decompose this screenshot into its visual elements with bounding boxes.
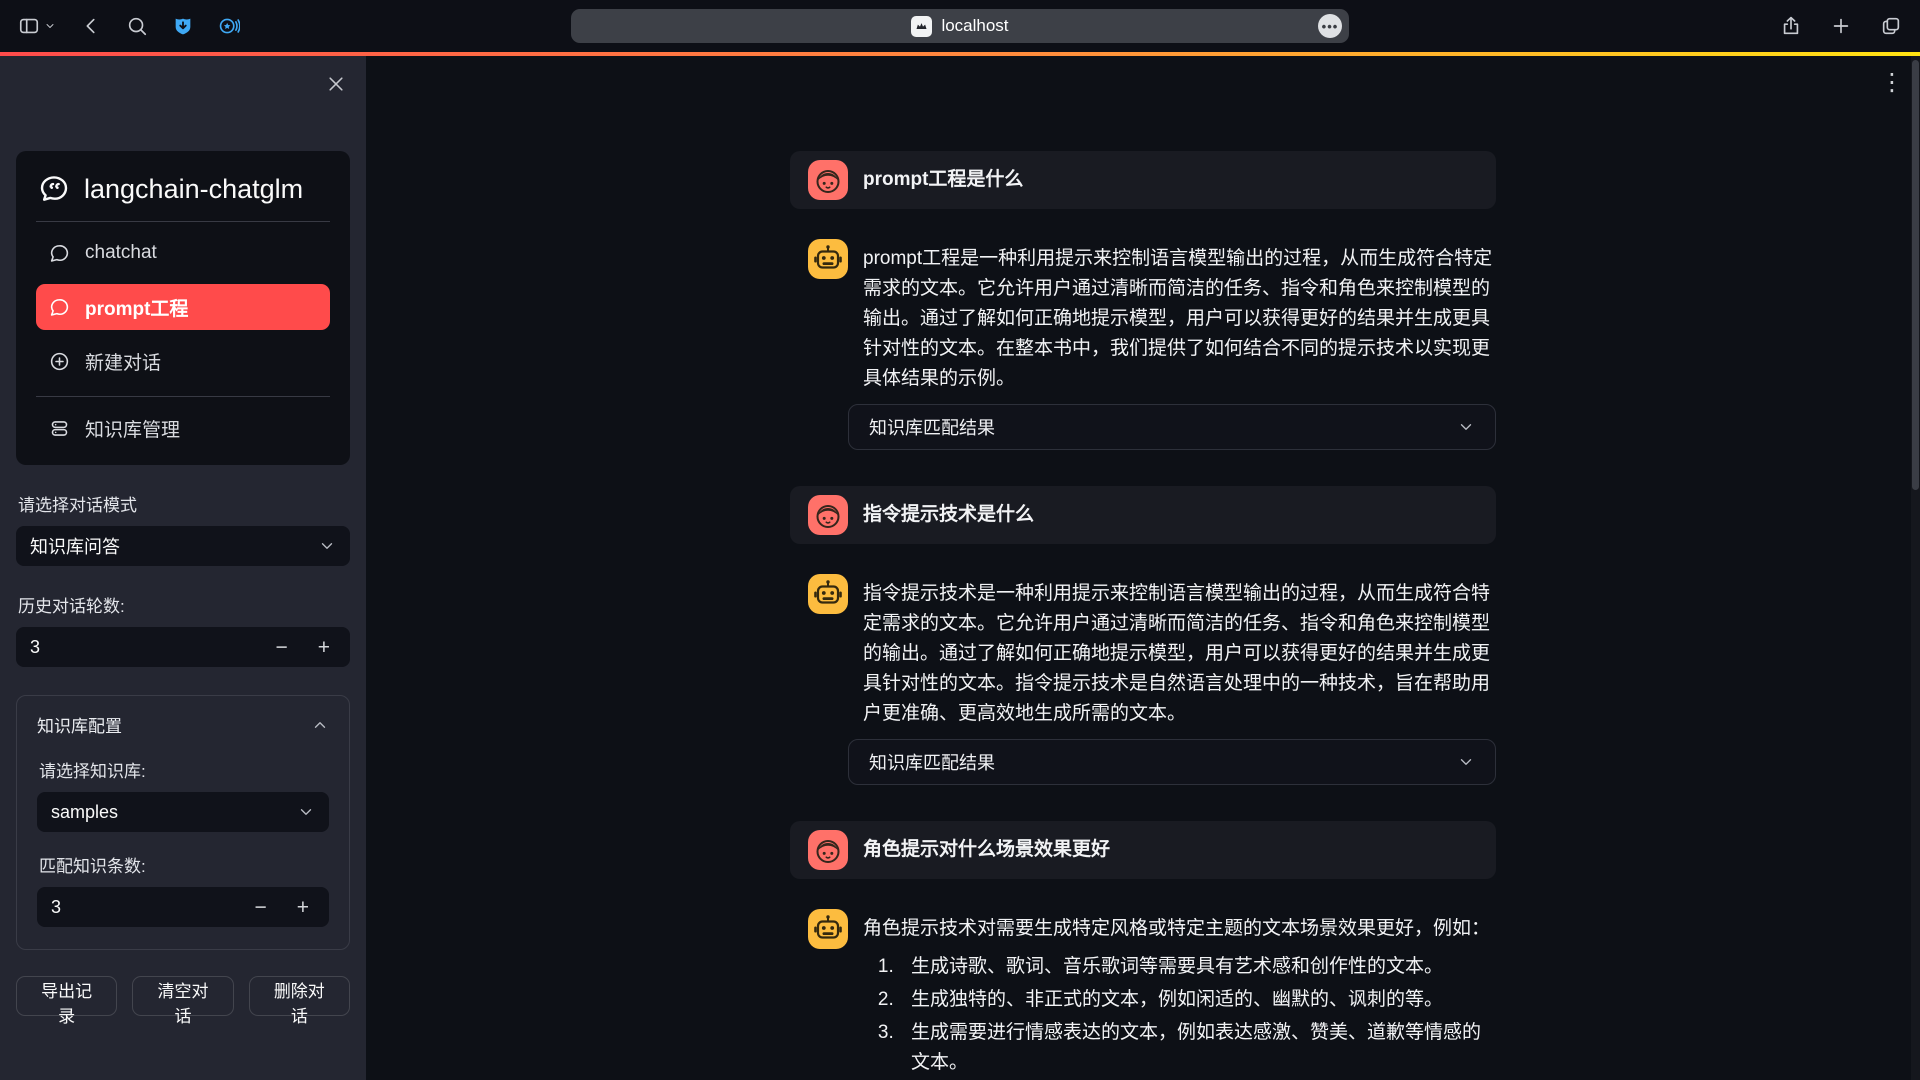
scrollbar[interactable] [1911,56,1920,1080]
sidebar-item-chatchat[interactable]: chatchat [36,230,330,276]
app-title: langchain-chatglm [36,167,330,222]
message-list: 生成诗歌、歌词、音乐歌词等需要具有艺术感和创作性的文本。生成独特的、非正式的文本… [863,952,1496,1078]
list-item: 生成独特的、非正式的文本，例如闲适的、幽默的、讽刺的等。 [899,985,1496,1015]
extension-rings-icon[interactable] [218,15,240,37]
history-rounds-value: 3 [30,637,275,658]
kb-expander-label: 知识库匹配结果 [869,414,995,440]
sidebar-item-label: 新建对话 [85,348,161,375]
chat-messages: prompt工程是什么 prompt工程是一种利用提示来控制语言模型输出的过程，从… [790,151,1496,1078]
nav-card: langchain-chatglm chatchat prompt工程 新建对话… [16,151,350,465]
chat-quotes-icon [38,173,70,205]
chat-message-assistant: prompt工程是一种利用提示来控制语言模型输出的过程，从而生成符合特定需求的文… [790,239,1496,394]
share-icon[interactable] [1780,15,1802,37]
divider [36,396,330,397]
sidebar-item-label: prompt工程 [85,294,188,321]
sidebar-item-label: 知识库管理 [85,415,180,442]
sidebar: langchain-chatglm chatchat prompt工程 新建对话… [0,56,366,1080]
back-button[interactable] [80,15,102,37]
list-item: 生成需要进行情感表达的文本，例如表达感激、赞美、道歉等情感的文本。 [899,1018,1496,1078]
plus-icon[interactable]: + [297,897,309,918]
sidebar-close-icon[interactable] [326,74,346,94]
chat-bubble-icon [49,297,70,318]
chevron-down-icon [44,20,56,32]
chat-message-user: 指令提示技术是什么 [790,486,1496,544]
kb-match-expander[interactable]: 知识库匹配结果 [848,739,1496,785]
sidebar-item-label: chatchat [85,242,157,264]
sidebar-toggle-button[interactable] [18,15,56,37]
chevron-down-icon [1457,418,1475,436]
sidebar-item-prompt-engineering[interactable]: prompt工程 [36,284,330,330]
top-k-label: 匹配知识条数: [39,852,327,877]
tab-overview-icon[interactable] [1880,15,1902,37]
browser-toolbar: localhost ••• [0,0,1920,52]
message-text: 指令提示技术是什么 [863,500,1034,530]
new-tab-icon[interactable] [1830,15,1852,37]
page-settings-button[interactable]: ••• [1318,14,1342,38]
kb-match-expander[interactable]: 知识库匹配结果 [848,404,1496,450]
site-favicon-icon [911,16,932,37]
delete-dialog-button[interactable]: 删除对话 [249,976,350,1016]
kb-config-header[interactable]: 知识库配置 [37,712,329,737]
list-item: 生成诗歌、歌词、音乐歌词等需要具有艺术感和创作性的文本。 [899,952,1496,982]
chat-bubble-icon [49,243,70,264]
database-icon [49,418,70,439]
user-avatar-icon [808,495,848,535]
user-avatar-icon [808,160,848,200]
address-bar[interactable]: localhost ••• [571,9,1349,43]
scrollbar-thumb[interactable] [1912,60,1919,490]
kb-select[interactable]: samples [37,792,329,832]
dialog-mode-select[interactable]: 知识库问答 [16,526,350,566]
chevron-up-icon [311,716,329,734]
message-text: 指令提示技术是一种利用提示来控制语言模型输出的过程，从而生成符合特定需求的文本。… [863,574,1496,729]
clear-dialog-button[interactable]: 清空对话 [132,976,233,1016]
search-icon[interactable] [126,15,148,37]
bot-avatar-icon [808,909,848,949]
bot-avatar-icon [808,239,848,279]
extension-shield-icon[interactable] [172,15,194,37]
kb-expander-label: 知识库匹配结果 [869,749,995,775]
kb-select-value: samples [51,802,297,823]
dialog-mode-label: 请选择对话模式 [18,491,348,516]
minus-icon[interactable]: − [275,637,287,658]
chevron-down-icon [1457,753,1475,771]
message-text: 角色提示对什么场景效果更好 [863,835,1110,865]
plus-icon[interactable]: + [318,637,330,658]
sidebar-item-kb-manage[interactable]: 知识库管理 [36,405,330,451]
minus-icon[interactable]: − [254,897,266,918]
plus-circle-icon [49,351,70,372]
export-records-button[interactable]: 导出记录 [16,976,117,1016]
dialog-mode-value: 知识库问答 [30,533,318,559]
url-text: localhost [941,16,1008,36]
chat-message-assistant: 指令提示技术是一种利用提示来控制语言模型输出的过程，从而生成符合特定需求的文本。… [790,574,1496,729]
kb-config-title: 知识库配置 [37,712,122,737]
kb-config-expander: 知识库配置 请选择知识库: samples 匹配知识条数: 3 − + [16,695,350,950]
chevron-down-icon [297,803,315,821]
user-avatar-icon [808,830,848,870]
sidebar-item-new-dialog[interactable]: 新建对话 [36,338,330,384]
main-area: ⋮ prompt工程是什么 prompt工程是一种利用提示来控制语言模型输出的过程… [366,56,1920,1080]
main-menu-kebab-icon[interactable]: ⋮ [1880,68,1904,97]
top-k-input[interactable]: 3 − + [37,887,329,927]
kb-select-label: 请选择知识库: [39,757,327,782]
history-rounds-input[interactable]: 3 − + [16,627,350,667]
chat-message-user: prompt工程是什么 [790,151,1496,209]
message-text: 角色提示技术对需要生成特定风格或特定主题的文本场景效果更好，例如：生成诗歌、歌词… [863,909,1496,1078]
sidebar-panel-icon [18,15,40,37]
top-k-value: 3 [51,897,254,918]
app-title-text: langchain-chatglm [84,174,303,205]
message-text: prompt工程是什么 [863,165,1023,195]
chat-message-assistant: 角色提示技术对需要生成特定风格或特定主题的文本场景效果更好，例如：生成诗歌、歌词… [790,909,1496,1078]
chevron-down-icon [318,537,336,555]
history-rounds-label: 历史对话轮数: [18,592,348,617]
bot-avatar-icon [808,574,848,614]
chat-message-user: 角色提示对什么场景效果更好 [790,821,1496,879]
message-text: prompt工程是一种利用提示来控制语言模型输出的过程，从而生成符合特定需求的文… [863,239,1496,394]
